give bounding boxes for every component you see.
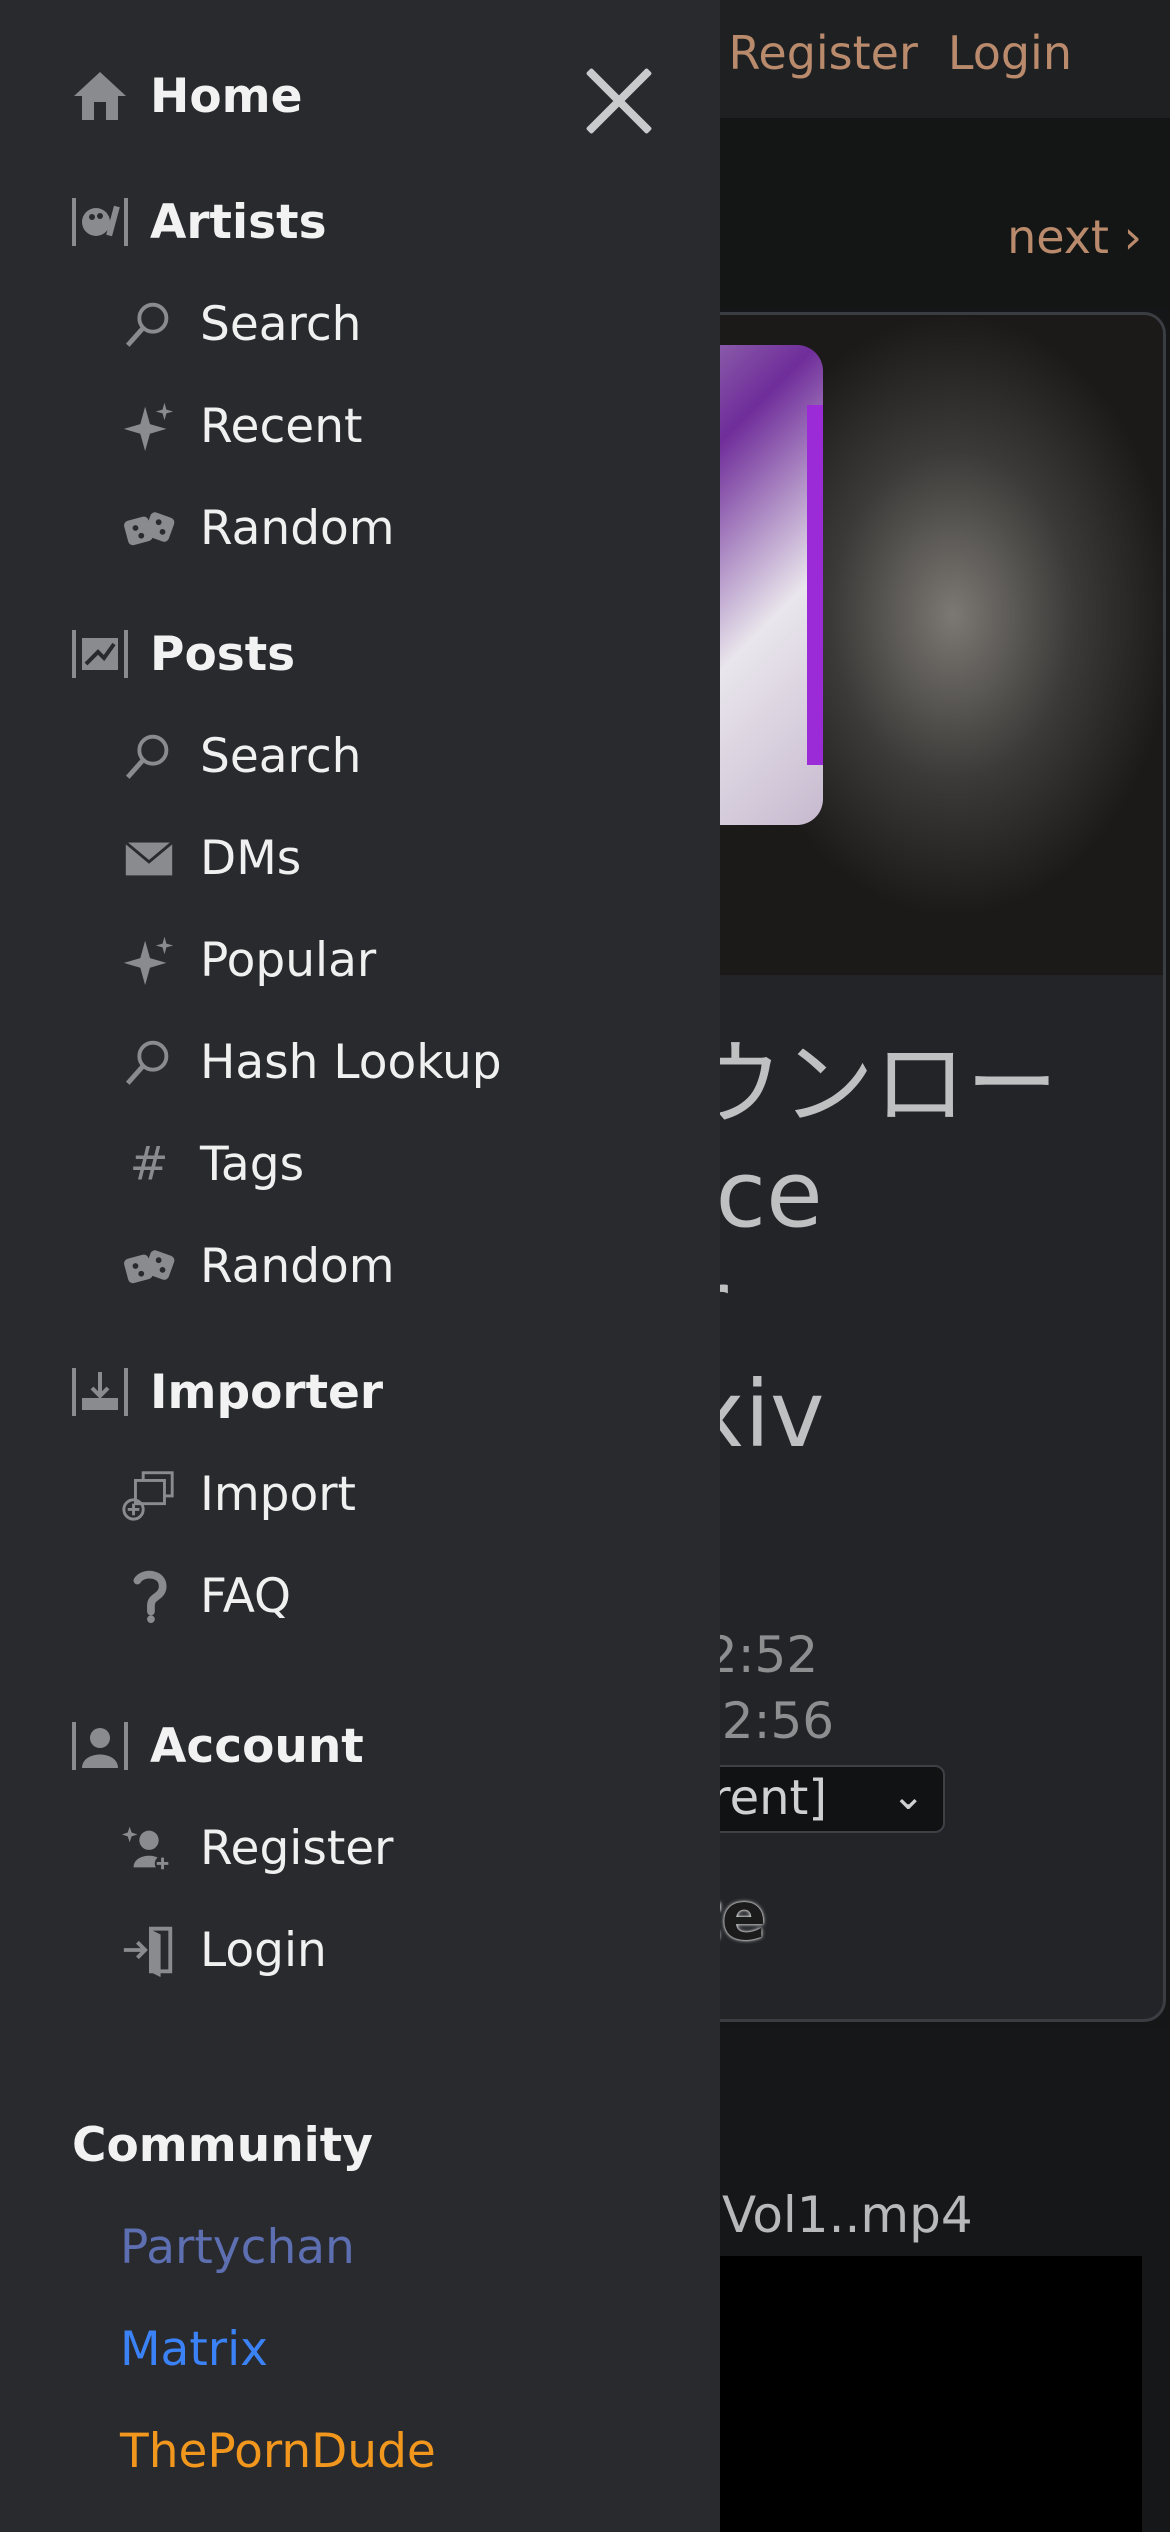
svg-text:#: #	[130, 1136, 169, 1190]
importer-import-link[interactable]: Import	[120, 1464, 356, 1524]
posts-icon	[70, 624, 130, 684]
posts-dms-link[interactable]: DMs	[120, 828, 301, 888]
posts-tags-label: Tags	[200, 1136, 305, 1192]
nav-account-heading: Account	[70, 1716, 364, 1776]
post-title: ウンロー ice r xiv	[690, 1031, 1059, 1468]
artists-search-link[interactable]: Search	[120, 294, 361, 354]
posts-hash-lookup-label: Hash Lookup	[200, 1034, 502, 1090]
nav-artists-label: Artists	[150, 194, 327, 250]
download-tray-icon	[70, 1362, 130, 1422]
login-icon	[120, 1921, 178, 1979]
nav-posts-label: Posts	[150, 626, 296, 682]
nav-importer-heading: Importer	[70, 1362, 383, 1422]
nav-importer-label: Importer	[150, 1364, 384, 1420]
navigation-drawer: Home Artists Search Recent Random Posts	[0, 0, 720, 2532]
video-player[interactable]	[700, 2256, 1142, 2532]
account-login-label: Login	[200, 1922, 327, 1978]
importer-import-label: Import	[200, 1466, 356, 1522]
artists-random-label: Random	[200, 500, 395, 556]
posts-hash-lookup-link[interactable]: Hash Lookup	[120, 1032, 502, 1092]
user-plus-icon	[120, 1819, 178, 1877]
artists-recent-link[interactable]: Recent	[120, 396, 362, 456]
sparkle-icon	[120, 931, 178, 989]
search-icon	[120, 727, 178, 785]
dice-icon	[120, 499, 178, 557]
account-login-link[interactable]: Login	[120, 1920, 327, 1980]
posts-tags-link[interactable]: # Tags	[120, 1134, 305, 1194]
search-icon	[120, 1033, 178, 1091]
home-icon	[70, 66, 130, 126]
close-icon[interactable]	[582, 64, 656, 138]
artists-search-label: Search	[200, 296, 362, 352]
community-link-partychan[interactable]: Partychan	[120, 2220, 355, 2275]
import-icon	[120, 1465, 178, 1523]
community-heading: Community	[72, 2118, 373, 2173]
nav-home-label: Home	[150, 68, 303, 124]
nav-artists-heading: Artists	[70, 192, 327, 252]
envelope-icon	[120, 829, 178, 887]
posts-popular-label: Popular	[200, 932, 377, 988]
posts-search-link[interactable]: Search	[120, 726, 361, 786]
nav-account-label: Account	[150, 1718, 364, 1774]
posts-random-label: Random	[200, 1238, 395, 1294]
posts-popular-link[interactable]: Popular	[120, 930, 376, 990]
next-page-link[interactable]: next ›	[1007, 210, 1142, 264]
artists-recent-label: Recent	[200, 398, 363, 454]
dice-icon	[120, 1237, 178, 1295]
posts-search-label: Search	[200, 728, 362, 784]
importer-faq-link[interactable]: FAQ	[120, 1566, 291, 1626]
account-register-label: Register	[200, 1820, 394, 1876]
hash-icon: #	[120, 1135, 178, 1193]
nav-home[interactable]: Home	[70, 66, 302, 126]
login-link[interactable]: Login	[948, 26, 1072, 80]
artists-random-link[interactable]: Random	[120, 498, 395, 558]
attachment-filename[interactable]: Vol1..mp4	[722, 2186, 973, 2244]
community-link-theporndude[interactable]: ThePornDude	[120, 2424, 436, 2479]
search-icon	[120, 295, 178, 353]
nav-posts-heading: Posts	[70, 624, 295, 684]
chevron-down-icon: ⌄	[891, 1773, 925, 1819]
register-link[interactable]: Register	[729, 26, 918, 80]
posts-dms-label: DMs	[200, 830, 302, 886]
community-link-matrix[interactable]: Matrix	[120, 2322, 268, 2377]
account-register-link[interactable]: Register	[120, 1818, 394, 1878]
palette-icon	[70, 192, 130, 252]
importer-faq-label: FAQ	[200, 1568, 292, 1624]
question-icon	[120, 1567, 178, 1625]
posts-random-link[interactable]: Random	[120, 1236, 395, 1296]
sparkle-icon	[120, 397, 178, 455]
user-icon	[70, 1716, 130, 1776]
auth-links: Register Login	[729, 26, 1073, 80]
